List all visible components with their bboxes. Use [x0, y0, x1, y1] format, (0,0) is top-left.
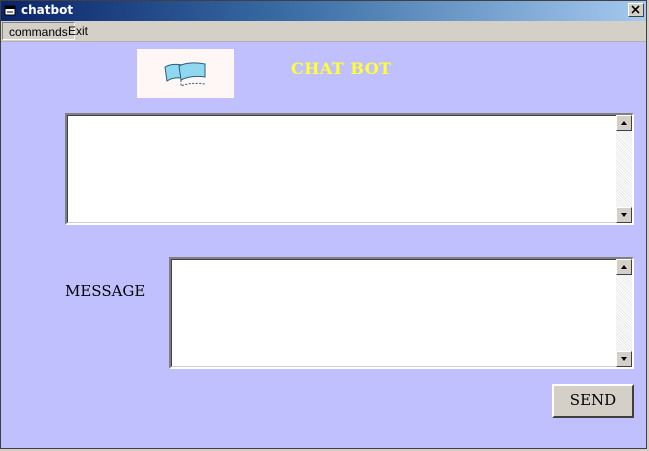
page-title: CHAT BOT	[291, 59, 392, 78]
chat-flags-logo	[164, 62, 206, 87]
conversation-text	[67, 115, 632, 223]
arrow-down-icon	[621, 357, 627, 361]
scroll-down-button[interactable]	[616, 351, 632, 367]
arrow-down-icon	[621, 213, 627, 217]
message-scrollbar[interactable]	[616, 259, 632, 367]
message-text	[171, 259, 632, 367]
arrow-up-icon	[621, 121, 627, 125]
send-button[interactable]: SEND	[552, 384, 634, 418]
scroll-down-button[interactable]	[616, 207, 632, 223]
window-title: chatbot	[21, 3, 74, 17]
message-textbox[interactable]	[169, 257, 634, 369]
chatbot-window: chatbot commands Exit CHAT BOT MESSAGE S…	[0, 0, 647, 449]
arrow-up-icon	[621, 265, 627, 269]
message-label: MESSAGE	[65, 282, 146, 300]
app-window-icon	[4, 5, 16, 16]
close-button[interactable]	[628, 3, 644, 17]
conversation-scrollbar[interactable]	[616, 115, 632, 223]
conversation-textbox[interactable]	[65, 113, 634, 225]
logo	[137, 49, 234, 98]
menu-bar: commands Exit	[1, 21, 646, 42]
close-icon	[631, 5, 640, 14]
scroll-up-button[interactable]	[616, 259, 632, 275]
menu-exit[interactable]: Exit	[62, 22, 94, 40]
title-bar: chatbot	[1, 1, 646, 21]
scroll-up-button[interactable]	[616, 115, 632, 131]
